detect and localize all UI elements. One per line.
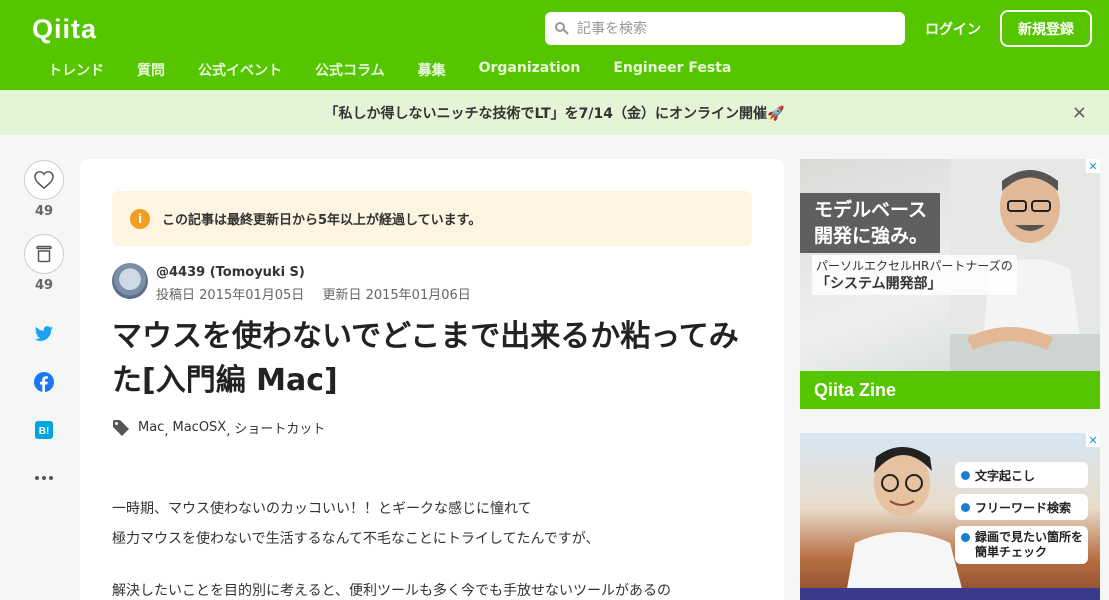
nav-trend[interactable]: トレンド xyxy=(48,60,104,80)
heart-icon xyxy=(34,171,54,189)
nav-questions[interactable]: 質問 xyxy=(137,60,165,80)
ad-feature-freeword-search: フリーワード検索 xyxy=(955,494,1088,520)
ad-subtext: パーソルエクセルHRパートナーズの 「システム開発部」 xyxy=(812,255,1017,295)
tag-list: Mac, MacOSX, ショートカット xyxy=(112,418,325,439)
facebook-share[interactable] xyxy=(24,370,64,394)
search-input[interactable] xyxy=(577,20,887,37)
outdated-notice: i この記事は最終更新日から5年以上が経過しています。 xyxy=(112,191,752,246)
article-body: 一時期、マウス使わないのカッコいい！！とギークな感じに憧れて 極力マウスを使わな… xyxy=(112,494,671,600)
more-icon xyxy=(35,476,53,480)
nav-engineer-festa[interactable]: Engineer Festa xyxy=(613,60,731,80)
ad-footer-qiita-zine: Qiita Zine xyxy=(800,371,1100,409)
svg-text:B!: B! xyxy=(39,426,50,437)
facebook-icon xyxy=(34,372,54,392)
ad-feature-recording-check: 録画で見たい箇所を簡単チェック xyxy=(955,526,1088,564)
main-nav: トレンド 質問 公式イベント 公式コラム 募集 Organization Eng… xyxy=(48,60,764,80)
ad-close-icon[interactable]: ✕ xyxy=(1086,159,1100,173)
posted-date: 投稿日 2015年01月05日 xyxy=(156,288,305,303)
like-count: 49 xyxy=(34,204,54,219)
twitter-share[interactable] xyxy=(24,322,64,346)
ad-banner-recording[interactable]: 文字起こし フリーワード検索 録画で見たい箇所を簡単チェック ✕ xyxy=(800,433,1100,600)
nav-recruit[interactable]: 募集 xyxy=(418,60,446,80)
nav-official-events[interactable]: 公式イベント xyxy=(198,60,282,80)
announcement-text[interactable]: 「私しか得しないニッチな技術でLT」を7/14（金）にオンライン開催🚀 xyxy=(325,103,785,123)
close-icon[interactable]: × xyxy=(1072,102,1087,123)
stock-count: 49 xyxy=(34,278,54,293)
body-paragraph: 一時期、マウス使わないのカッコいい！！とギークな感じに憧れて xyxy=(112,501,532,517)
tag-icon xyxy=(113,419,129,436)
qiita-logo[interactable]: Qiita xyxy=(32,14,97,45)
avatar[interactable] xyxy=(112,263,148,299)
ad-bottom-strip xyxy=(800,588,1100,600)
stock-icon xyxy=(36,245,52,263)
ad-close-icon[interactable]: ✕ xyxy=(1086,433,1100,447)
body-paragraph: 解決したいことを目的別に考えると、便利ツールも多く今でも手放せないツールがあるの xyxy=(112,583,672,599)
article-title: マウスを使わないでどこまで出来るか粘ってみた[入門編 Mac] xyxy=(112,319,739,398)
announcement-bar: 「私しか得しないニッチな技術でLT」を7/14（金）にオンライン開催🚀 × xyxy=(0,90,1109,135)
signup-button[interactable]: 新規登録 xyxy=(1000,10,1092,47)
hatena-bookmark-icon: B! xyxy=(35,421,53,439)
hatena-bookmark-share[interactable]: B! xyxy=(24,418,64,442)
updated-date: 更新日 2015年01月06日 xyxy=(322,288,471,303)
stock-button[interactable] xyxy=(24,234,64,274)
article-dates: 投稿日 2015年01月05日 更新日 2015年01月06日 xyxy=(156,284,485,303)
info-icon: i xyxy=(130,208,150,229)
site-header: Qiita ログイン 新規登録 トレンド 質問 公式イベント 公式コラム 募集 … xyxy=(0,0,1109,90)
twitter-icon xyxy=(34,325,54,341)
tag-shortcut[interactable]: ショートカット xyxy=(234,418,325,437)
ad-banner-persol[interactable]: モデルベース開発に強み。 パーソルエクセルHRパートナーズの 「システム開発部」… xyxy=(800,159,1100,409)
nav-official-column[interactable]: 公式コラム xyxy=(315,60,385,80)
ad-feature-transcription: 文字起こし xyxy=(955,462,1088,488)
side-actions: 49 49 B! xyxy=(24,160,64,490)
search-box[interactable] xyxy=(545,12,905,45)
body-paragraph: 極力マウスを使わないで生活するなんて不毛なことにトライしてたんですが、 xyxy=(112,531,600,547)
nav-organization[interactable]: Organization xyxy=(479,60,581,80)
tag-mac[interactable]: Mac xyxy=(138,420,164,435)
tag-macosx[interactable]: MacOSX xyxy=(172,420,226,435)
article-card: i この記事は最終更新日から5年以上が経過しています。 @4439 (Tomoy… xyxy=(80,159,784,600)
ad-headline: モデルベース開発に強み。 xyxy=(800,193,940,253)
author-block: @4439 (Tomoyuki S) 投稿日 2015年01月05日 更新日 2… xyxy=(112,263,485,303)
login-link[interactable]: ログイン xyxy=(925,19,981,39)
search-icon xyxy=(555,21,569,36)
notice-text: この記事は最終更新日から5年以上が経過しています。 xyxy=(162,213,482,228)
more-options[interactable] xyxy=(24,466,64,490)
like-button[interactable] xyxy=(24,160,64,200)
ad-person-image xyxy=(845,447,965,600)
author-name[interactable]: @4439 (Tomoyuki S) xyxy=(156,265,485,280)
